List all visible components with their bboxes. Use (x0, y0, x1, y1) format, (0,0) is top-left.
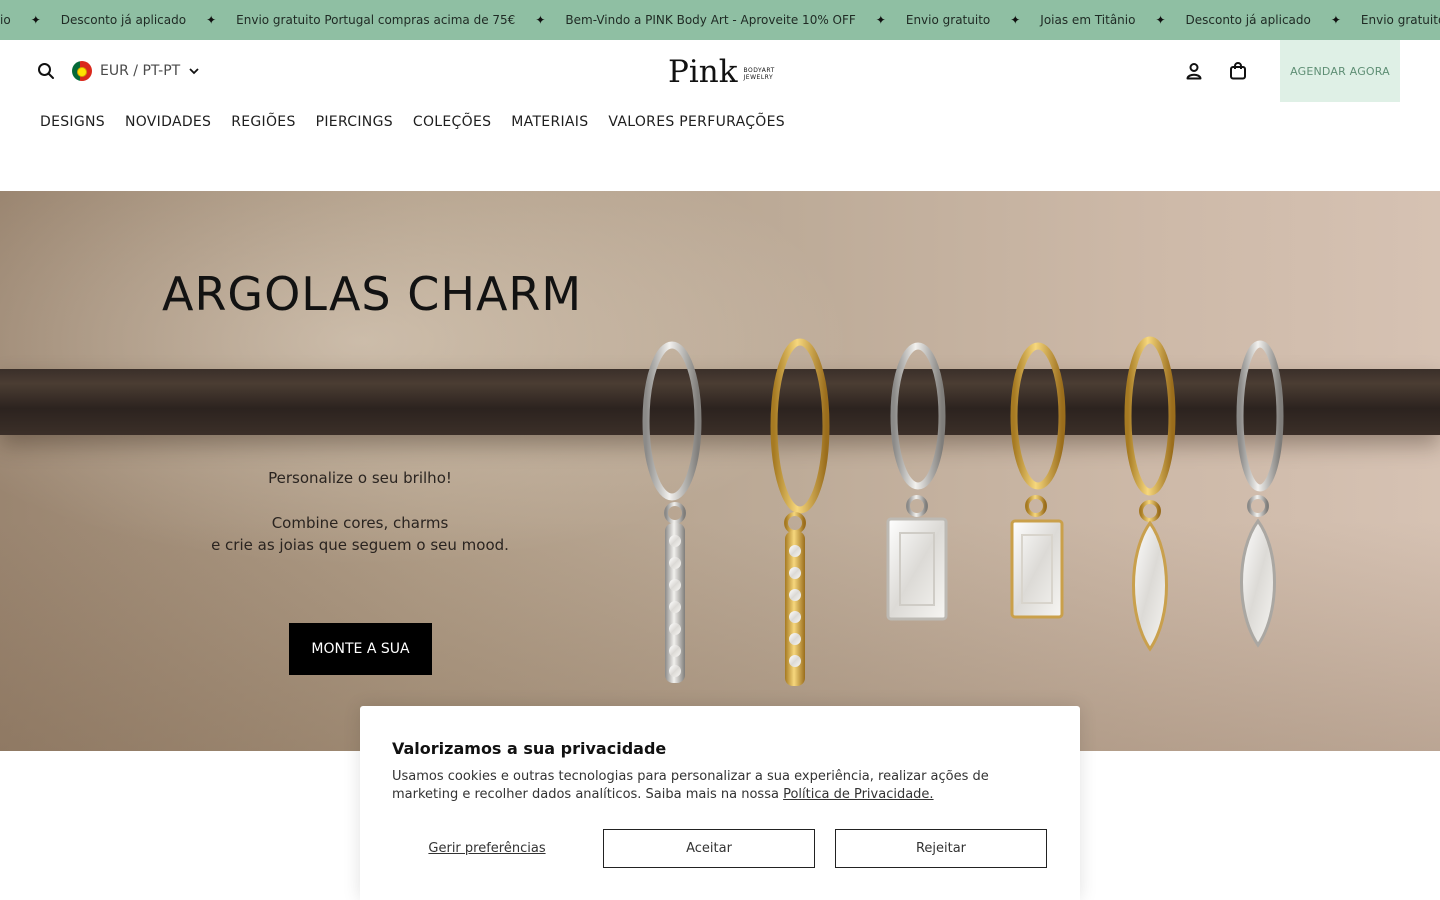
hero-text-line: e crie as joias que seguem o seu mood. (211, 536, 509, 554)
nav-item-materiais[interactable]: MATERIAIS (511, 114, 588, 130)
hero-text-line: Combine cores, charms (271, 514, 449, 532)
nav-item-designs[interactable]: DESIGNS (40, 114, 105, 130)
site-header: EUR / PT-PT Pink BODYART JEWELRY AGENDAR… (0, 40, 1440, 190)
announcement-item: io (0, 13, 11, 27)
logo-subtitle-line: JEWELRY (743, 74, 774, 81)
announcement-item: Envio gratuito Portugal compras acima de… (1360, 13, 1440, 27)
cookie-consent-dialog: Valorizamos a sua privacidade Usamos coo… (360, 706, 1080, 900)
nav-item-colecoes[interactable]: COLEÇÕES (413, 114, 491, 130)
announcement-track: io ✦ Desconto já aplicado ✦ Envio gratui… (0, 0, 1440, 40)
nav-item-novidades[interactable]: NOVIDADES (125, 114, 211, 130)
earring-silver-emerald (886, 342, 948, 621)
chevron-down-icon (189, 68, 199, 75)
separator-icon: ✦ (1155, 13, 1166, 27)
logo-subtitle: BODYART JEWELRY (744, 67, 775, 81)
announcement-item: Envio gratuito (905, 13, 991, 27)
announcement-item: Joias em Titânio (1040, 13, 1136, 27)
cookie-title: Valorizamos a sua privacidade (392, 739, 667, 758)
nav-item-piercings[interactable]: PIERCINGS (316, 114, 393, 130)
separator-icon: ✦ (1010, 13, 1021, 27)
logo-wordmark: Pink (668, 53, 738, 90)
monte-a-sua-button[interactable]: MONTE A SUA (289, 623, 432, 675)
earring-silver-bar (642, 341, 702, 683)
separator-icon: ✦ (535, 13, 546, 27)
announcement-item: Desconto já aplicado (1185, 13, 1311, 27)
separator-icon: ✦ (1330, 13, 1341, 27)
announcement-bar: io ✦ Desconto já aplicado ✦ Envio gratui… (0, 0, 1440, 40)
announcement-item: Bem-Vindo a PINK Body Art - Aproveite 10… (565, 13, 856, 27)
locale-selector[interactable]: EUR / PT-PT (72, 60, 200, 82)
manage-preferences-link[interactable]: Gerir preferências (392, 829, 582, 867)
separator-icon: ✦ (875, 13, 886, 27)
account-icon[interactable] (1184, 61, 1204, 81)
hoop-earrings-image (642, 336, 1284, 686)
cookie-description: Usamos cookies e outras tecnologias para… (392, 768, 1052, 804)
earring-gold-emerald (1010, 342, 1066, 619)
reject-button[interactable]: Rejeitar (835, 829, 1047, 868)
locale-label: EUR / PT-PT (100, 63, 181, 79)
accept-button[interactable]: Aceitar (603, 829, 815, 868)
book-now-button[interactable]: AGENDAR AGORA (1280, 40, 1400, 102)
earring-gold-bar (770, 338, 830, 686)
hero-text-line: Personalize o seu brilho! (268, 469, 452, 487)
separator-icon: ✦ (30, 13, 41, 27)
hero-title: ARGOLAS CHARM (162, 267, 583, 321)
main-nav: DESIGNS NOVIDADES REGIÕES PIERCINGS COLE… (40, 114, 785, 130)
separator-icon: ✦ (206, 13, 217, 27)
site-logo[interactable]: Pink BODYART JEWELRY (668, 54, 775, 90)
announcement-item: Desconto já aplicado (60, 13, 187, 27)
earring-silver-marquise (1236, 340, 1284, 648)
nav-item-valores-perfuracoes[interactable]: VALORES PERFURAÇÕES (608, 114, 785, 130)
hero-description: Personalize o seu brilho! Combine cores,… (160, 467, 560, 556)
hero-banner: ARGOLAS CHARM Personalize o seu brilho! … (0, 191, 1440, 751)
search-icon[interactable] (36, 61, 56, 81)
earring-gold-marquise (1124, 336, 1176, 652)
logo-subtitle-line: BODYART (743, 67, 775, 74)
hero-text-spacer (160, 489, 560, 512)
announcement-item: Envio gratuito Portugal compras acima de… (236, 13, 516, 27)
shopping-bag-icon[interactable] (1228, 61, 1248, 81)
portugal-flag-icon (72, 61, 92, 81)
nav-item-regioes[interactable]: REGIÕES (231, 114, 295, 130)
privacy-policy-link[interactable]: Política de Privacidade. (783, 787, 933, 802)
